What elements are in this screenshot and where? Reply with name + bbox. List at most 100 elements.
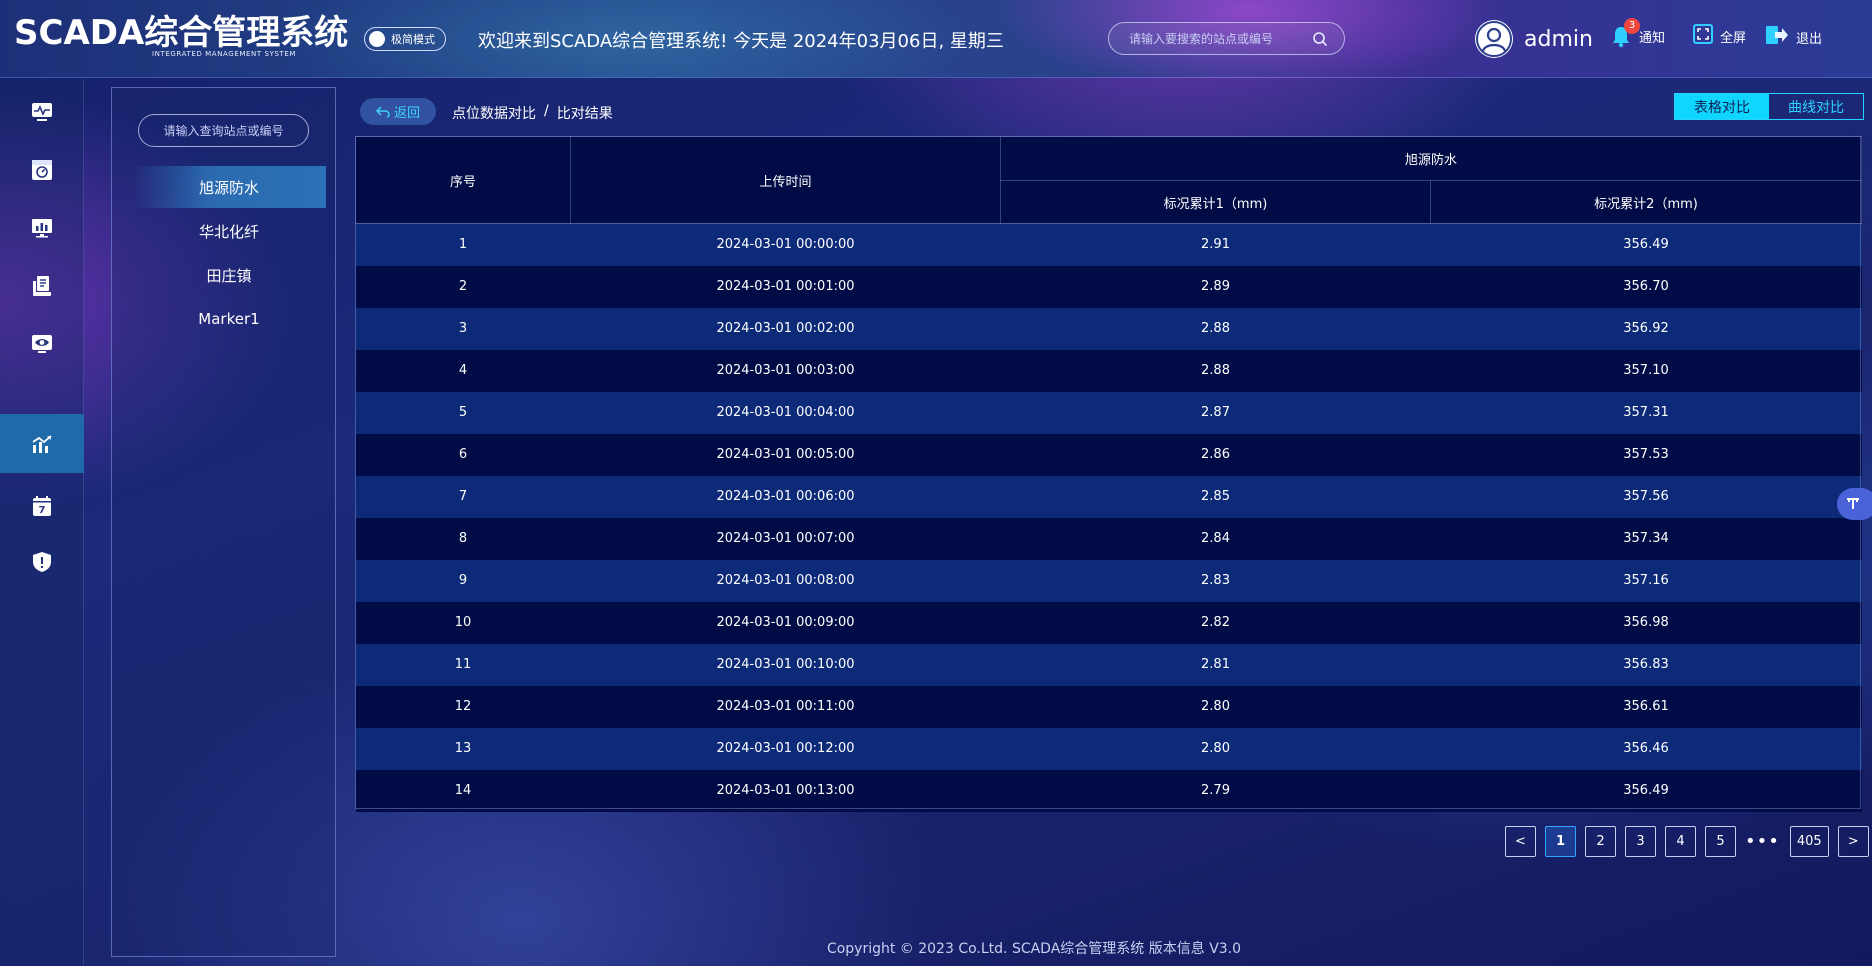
cell-index: 2 — [355, 265, 571, 308]
report-book-icon — [33, 276, 51, 296]
cell-value1: 2.84 — [1000, 517, 1431, 560]
table-row[interactable]: 2 2024-03-01 00:01:00 2.89 356.70 — [355, 265, 1862, 308]
cell-upload-time: 2024-03-01 00:13:00 — [570, 769, 1001, 812]
cell-value2: 357.10 — [1430, 349, 1862, 392]
back-button[interactable]: 返回 — [360, 98, 436, 125]
toggle-knob — [369, 31, 385, 47]
pagination: < 1 2 3 4 5 ••• 405 > — [1505, 826, 1869, 857]
monitor-wave-icon — [32, 103, 52, 121]
station-item[interactable]: Marker1 — [132, 298, 326, 340]
table-row[interactable]: 10 2024-03-01 00:09:00 2.82 356.98 — [355, 601, 1862, 644]
logout-button[interactable]: 退出 — [1765, 24, 1822, 50]
station-search[interactable] — [138, 114, 309, 147]
logo-subtitle: INTEGRATED MANAGEMENT SYSTEM — [152, 50, 297, 58]
cell-value2: 356.70 — [1430, 265, 1862, 308]
col-header-value1: 标况累计1（mm) — [1000, 180, 1431, 224]
notify-label: 通知 — [1639, 30, 1666, 46]
page-button[interactable]: 3 — [1625, 826, 1656, 857]
fullscreen-button[interactable]: 全屏 — [1693, 24, 1746, 48]
cell-upload-time: 2024-03-01 00:01:00 — [570, 265, 1001, 308]
tab-curve-compare[interactable]: 曲线对比 — [1769, 94, 1863, 119]
station-panel: 旭源防水 华北化纤 田庄镇 Marker1 — [111, 87, 336, 957]
notify-button[interactable]: 3 通知 — [1610, 18, 1666, 48]
logout-label: 退出 — [1796, 31, 1823, 47]
fullscreen-label: 全屏 — [1720, 30, 1747, 46]
table-row[interactable]: 4 2024-03-01 00:03:00 2.88 357.10 — [355, 349, 1862, 392]
table-row[interactable]: 6 2024-03-01 00:05:00 2.86 357.53 — [355, 433, 1862, 476]
cell-upload-time: 2024-03-01 00:00:00 — [570, 223, 1001, 266]
cell-index: 10 — [355, 601, 571, 644]
table-row[interactable]: 12 2024-03-01 00:11:00 2.80 356.61 — [355, 685, 1862, 728]
floating-tool-button[interactable] — [1837, 488, 1872, 520]
global-search[interactable] — [1108, 22, 1345, 55]
cell-value2: 356.49 — [1430, 223, 1862, 266]
global-search-input[interactable] — [1129, 31, 1299, 46]
cell-upload-time: 2024-03-01 00:04:00 — [570, 391, 1001, 434]
page-button[interactable]: 5 — [1705, 826, 1736, 857]
cell-index: 6 — [355, 433, 571, 476]
table-row[interactable]: 5 2024-03-01 00:04:00 2.87 357.31 — [355, 391, 1862, 434]
sidebar-item-monitor[interactable] — [0, 83, 84, 141]
svg-text:7: 7 — [39, 505, 46, 516]
sidebar-item-security[interactable] — [0, 533, 84, 591]
cell-value2: 357.53 — [1430, 433, 1862, 476]
breadcrumb-item[interactable]: 点位数据对比 — [452, 103, 536, 123]
calendar-icon: 7 — [33, 496, 51, 516]
cell-index: 9 — [355, 559, 571, 602]
station-label: 田庄镇 — [206, 266, 252, 285]
notify-count-badge: 3 — [1624, 18, 1640, 34]
table-row[interactable]: 11 2024-03-01 00:10:00 2.81 356.83 — [355, 643, 1862, 686]
cell-upload-time: 2024-03-01 00:02:00 — [570, 307, 1001, 350]
tab-table-compare[interactable]: 表格对比 — [1675, 94, 1769, 119]
cell-index: 12 — [355, 685, 571, 728]
prev-page-button[interactable]: < — [1505, 826, 1536, 857]
table-row[interactable]: 13 2024-03-01 00:12:00 2.80 356.46 — [355, 727, 1862, 770]
station-item[interactable]: 华北化纤 — [132, 210, 326, 252]
back-label: 返回 — [393, 106, 420, 121]
search-icon[interactable] — [1312, 31, 1328, 47]
minimal-mode-label: 极简模式 — [391, 33, 435, 46]
cell-value1: 2.87 — [1000, 391, 1431, 434]
cell-value1: 2.85 — [1000, 475, 1431, 518]
table-row[interactable]: 7 2024-03-01 00:06:00 2.85 357.56 — [355, 475, 1862, 518]
table-row[interactable]: 8 2024-03-01 00:07:00 2.84 357.34 — [355, 517, 1862, 560]
user-menu[interactable]: admin — [1475, 20, 1593, 58]
table-row[interactable]: 14 2024-03-01 00:13:00 2.79 356.49 — [355, 769, 1862, 812]
minimal-mode-toggle[interactable]: 极简模式 — [364, 27, 446, 51]
breadcrumb-separator: / — [544, 103, 549, 119]
table-row[interactable]: 1 2024-03-01 00:00:00 2.91 356.49 — [355, 223, 1862, 266]
compare-table: 序号 上传时间 旭源防水 标况累计1（mm) 标况累计2（mm) 1 2024-0… — [355, 136, 1863, 812]
more-pages-ellipsis[interactable]: ••• — [1745, 826, 1780, 857]
station-search-input[interactable] — [148, 123, 299, 138]
cell-value1: 2.83 — [1000, 559, 1431, 602]
last-page-button[interactable]: 405 — [1789, 826, 1829, 857]
cell-value1: 2.82 — [1000, 601, 1431, 644]
sidebar-item-video[interactable] — [0, 315, 84, 373]
cell-index: 14 — [355, 769, 571, 812]
next-page-button[interactable]: > — [1837, 826, 1869, 857]
station-item[interactable]: 旭源防水 — [132, 166, 326, 208]
page-button[interactable]: 2 — [1585, 826, 1616, 857]
col-group-station: 旭源防水 — [999, 136, 1863, 181]
sidebar-item-dashboard[interactable] — [0, 141, 84, 199]
station-item[interactable]: 田庄镇 — [132, 254, 326, 296]
cell-index: 13 — [355, 727, 571, 770]
cell-index: 5 — [355, 391, 571, 434]
sidebar-item-trend[interactable] — [0, 414, 84, 473]
cell-upload-time: 2024-03-01 00:08:00 — [570, 559, 1001, 602]
page-button[interactable]: 4 — [1665, 826, 1696, 857]
cell-index: 3 — [355, 307, 571, 350]
cell-value2: 356.61 — [1430, 685, 1862, 728]
cell-value2: 357.34 — [1430, 517, 1862, 560]
sidebar-item-report[interactable] — [0, 257, 84, 315]
cell-value2: 357.56 — [1430, 475, 1862, 518]
table-row[interactable]: 3 2024-03-01 00:02:00 2.88 356.92 — [355, 307, 1862, 350]
cell-value2: 357.16 — [1430, 559, 1862, 602]
sidebar-item-screen[interactable] — [0, 199, 84, 257]
table-row[interactable]: 9 2024-03-01 00:08:00 2.83 357.16 — [355, 559, 1862, 602]
footer-copyright: Copyright © 2023 Co.Ltd. SCADA综合管理系统 版本信… — [826, 941, 1242, 957]
sidebar-item-calendar[interactable]: 7 — [0, 477, 84, 535]
page-button[interactable]: 1 — [1545, 826, 1576, 857]
logout-icon — [1765, 24, 1789, 50]
main-sidebar: 7 — [0, 79, 84, 966]
